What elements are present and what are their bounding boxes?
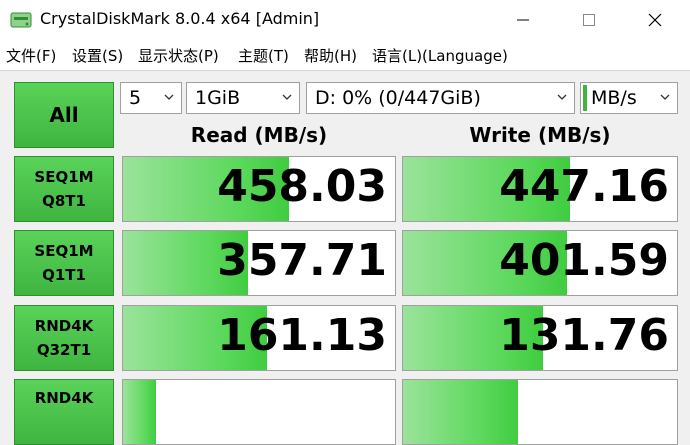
menu-help[interactable]: 帮助(H) <box>304 45 357 66</box>
drive-value: D: 0% (0/447GiB) <box>315 87 481 109</box>
menu-divider <box>0 70 690 71</box>
test-size-value: 1GiB <box>195 87 241 109</box>
read-result-cell: 161.13 <box>122 305 396 371</box>
read-value: 357.71 <box>217 235 387 286</box>
test-label-line2: Q1T1 <box>42 266 86 284</box>
test-button-rnd4k-q1t1[interactable]: RND4K <box>14 379 114 445</box>
write-value: 131.76 <box>499 310 669 361</box>
unit-accent-bar <box>583 85 587 111</box>
write-progress-bar <box>403 380 519 444</box>
run-all-button[interactable]: All <box>14 82 114 148</box>
read-result-cell <box>122 379 396 445</box>
read-value: 458.03 <box>217 161 387 212</box>
test-button-seq1m-q8t1[interactable]: SEQ1M Q8T1 <box>14 156 114 222</box>
chevron-down-icon <box>164 94 174 100</box>
menu-bar: 文件(F) 设置(S) 显示状态(P) 主题(T) 帮助(H) 语言(L)(La… <box>0 40 690 70</box>
menu-file[interactable]: 文件(F) <box>6 45 56 66</box>
chevron-down-icon <box>282 94 292 100</box>
minimize-icon <box>517 19 529 21</box>
test-label-line2: Q8T1 <box>42 192 86 210</box>
write-value: 447.16 <box>499 161 669 212</box>
write-column-header: Write (MB/s) <box>469 123 611 147</box>
test-label-line1: RND4K <box>34 317 94 335</box>
title-bar: CrystalDiskMark 8.0.4 x64 [Admin] <box>0 0 690 40</box>
write-result-cell: 131.76 <box>402 305 678 371</box>
test-button-seq1m-q1t1[interactable]: SEQ1M Q1T1 <box>14 230 114 296</box>
test-count-value: 5 <box>129 87 142 109</box>
write-value: 401.59 <box>499 235 669 286</box>
test-button-rnd4k-q32t1[interactable]: RND4K Q32T1 <box>14 305 114 371</box>
test-size-select[interactable]: 1GiB <box>186 82 300 114</box>
app-disk-icon <box>10 12 32 28</box>
chevron-down-icon <box>660 94 670 100</box>
menu-language[interactable]: 语言(L)(Language) <box>372 45 508 66</box>
read-progress-bar <box>123 380 156 444</box>
test-label-line1: SEQ1M <box>34 168 94 186</box>
close-icon <box>648 13 662 27</box>
test-label-line1: SEQ1M <box>34 242 94 260</box>
unit-value: MB/s <box>591 87 637 109</box>
test-count-select[interactable]: 5 <box>120 82 182 114</box>
unit-select[interactable]: MB/s <box>580 82 678 114</box>
drive-select[interactable]: D: 0% (0/447GiB) <box>306 82 575 114</box>
read-value: 161.13 <box>217 310 387 361</box>
maximize-icon <box>583 14 595 26</box>
chevron-down-icon <box>557 94 567 100</box>
write-result-cell: 447.16 <box>402 156 678 222</box>
menu-theme[interactable]: 主题(T) <box>238 45 289 66</box>
read-result-cell: 357.71 <box>122 230 396 296</box>
menu-settings[interactable]: 设置(S) <box>72 45 123 66</box>
write-result-cell: 401.59 <box>402 230 678 296</box>
maximize-button[interactable] <box>566 0 612 40</box>
menu-display[interactable]: 显示状态(P) <box>138 45 219 66</box>
read-result-cell: 458.03 <box>122 156 396 222</box>
window-title: CrystalDiskMark 8.0.4 x64 [Admin] <box>40 9 320 28</box>
test-label-line2: Q32T1 <box>36 341 92 359</box>
test-label-line1: RND4K <box>34 389 94 407</box>
minimize-button[interactable] <box>500 0 546 40</box>
close-button[interactable] <box>632 0 678 40</box>
read-column-header: Read (MB/s) <box>190 123 328 147</box>
write-result-cell <box>402 379 678 445</box>
